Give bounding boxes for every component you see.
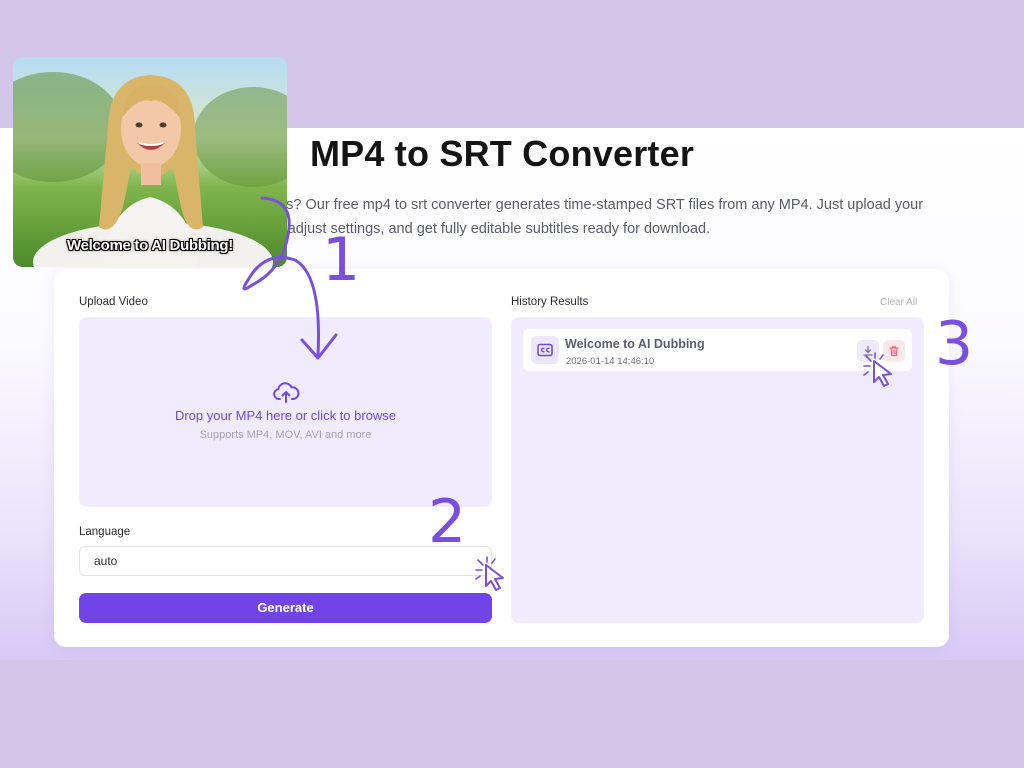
- dropzone-supports-text: Supports MP4, MOV, AVI and more: [199, 429, 372, 441]
- clear-all-button[interactable]: Clear All: [880, 297, 917, 308]
- subtitles-icon: [531, 336, 559, 364]
- history-item[interactable]: Welcome to AI Dubbing 2026-01-14 14:46:1…: [523, 329, 912, 371]
- language-label: Language: [79, 526, 131, 538]
- history-results-label: History Results: [511, 296, 589, 308]
- click-cursor-icon-history: [863, 352, 892, 387]
- step-number-3: 3: [935, 309, 974, 379]
- history-item-name: Welcome to AI Dubbing: [565, 337, 705, 351]
- click-cursor-icon: [475, 556, 504, 591]
- step-number-1: 1: [322, 225, 361, 295]
- dropzone-main-text: Drop your MP4 here or click to browse: [174, 408, 397, 423]
- subtitle-line-2: w, adjust settings, and get fully editab…: [270, 221, 711, 237]
- generate-button[interactable]: Generate: [79, 593, 492, 623]
- step-number-2: 2: [428, 487, 467, 557]
- language-select-value: auto: [94, 554, 118, 568]
- subtitle-line-1: eos? Our free mp4 to srt converter gener…: [270, 197, 924, 213]
- cloud-upload-icon: [273, 382, 300, 403]
- upload-video-label: Upload Video: [79, 296, 148, 308]
- page-subtitle: eos? Our free mp4 to srt converter gener…: [270, 193, 970, 241]
- history-item-date: 2026-01-14 14:46:10: [566, 356, 655, 367]
